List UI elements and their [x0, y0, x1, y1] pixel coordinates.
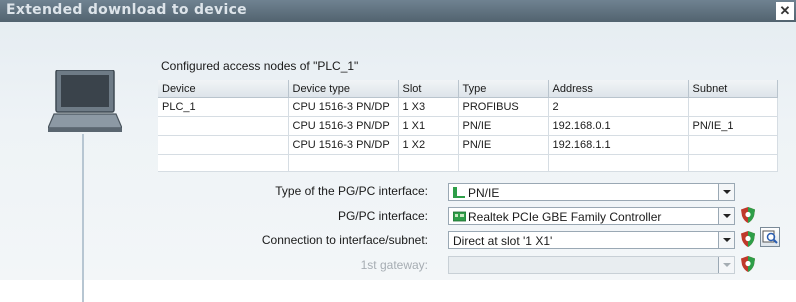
connection-line [82, 134, 84, 302]
column-header-slot[interactable]: Slot [398, 80, 459, 98]
cell-slot [398, 154, 459, 172]
cell-type: PN/IE [458, 116, 549, 136]
network-card-icon [453, 211, 466, 222]
cell-subnet: PN/IE_1 [688, 116, 778, 136]
cell-type: PROFIBUS [458, 97, 549, 117]
cell-address: 192.168.1.1 [548, 135, 689, 155]
cell-slot: 1 X2 [398, 135, 459, 155]
chevron-down-icon[interactable] [718, 208, 734, 224]
table-header-row: Device Device type Slot Type Address Sub… [158, 80, 778, 98]
table-row[interactable]: PLC_1 CPU 1516-3 PN/DP 1 X3 PROFIBUS 2 [158, 97, 778, 117]
close-icon[interactable]: ✕ [776, 2, 794, 20]
table-row-empty[interactable] [158, 154, 778, 172]
chevron-down-icon[interactable] [718, 184, 734, 200]
cell-device-type: CPU 1516-3 PN/DP [288, 116, 399, 136]
column-header-type[interactable]: Type [458, 80, 549, 98]
cell-type: PN/IE [458, 135, 549, 155]
cell-subnet [688, 154, 778, 172]
table-row[interactable]: CPU 1516-3 PN/DP 1 X2 PN/IE 192.168.1.1 [158, 135, 778, 155]
table-row[interactable]: CPU 1516-3 PN/DP 1 X1 PN/IE 192.168.0.1 … [158, 116, 778, 136]
cell-device-type: CPU 1516-3 PN/DP [288, 135, 399, 155]
cell-device-type: CPU 1516-3 PN/DP [288, 97, 399, 117]
pgpc-type-value: PN/IE [468, 186, 500, 200]
connection-select[interactable]: Direct at slot '1 X1' [448, 231, 735, 249]
column-header-subnet[interactable]: Subnet [688, 80, 778, 98]
properties-icon [762, 230, 778, 244]
column-header-address[interactable]: Address [548, 80, 689, 98]
network-icon [453, 187, 465, 198]
chevron-down-icon [718, 257, 734, 273]
security-shield-icon[interactable] [741, 207, 755, 223]
cell-device [158, 116, 289, 136]
pgpc-type-select[interactable]: PN/IE [448, 183, 735, 201]
access-nodes-table: Device Device type Slot Type Address Sub… [158, 80, 778, 172]
cell-slot: 1 X1 [398, 116, 459, 136]
security-shield-icon[interactable] [741, 231, 755, 247]
column-header-device[interactable]: Device [158, 80, 289, 98]
cell-address: 192.168.0.1 [548, 116, 689, 136]
section-title: Configured access nodes of "PLC_1" [161, 59, 359, 73]
dialog-body: Configured access nodes of "PLC_1" Devic… [0, 22, 796, 302]
cell-device-type [288, 154, 399, 172]
cell-device [158, 135, 289, 155]
properties-button[interactable] [760, 227, 780, 247]
cell-subnet [688, 97, 778, 117]
cell-type [458, 154, 549, 172]
connection-label: Connection to interface/subnet: [261, 233, 428, 247]
laptop-icon [48, 70, 122, 132]
window-title: Extended download to device [6, 2, 247, 18]
cell-device: PLC_1 [158, 97, 289, 117]
cell-address: 2 [548, 97, 689, 117]
cell-device [158, 154, 289, 172]
cell-slot: 1 X3 [398, 97, 459, 117]
pgpc-type-label: Type of the PG/PC interface: [275, 184, 428, 198]
gateway-label: 1st gateway: [360, 258, 428, 272]
cell-address [548, 154, 689, 172]
pgpc-interface-label: PG/PC interface: [337, 209, 428, 223]
cell-subnet [688, 135, 778, 155]
chevron-down-icon[interactable] [718, 232, 734, 248]
title-bar: Extended download to device ✕ [0, 0, 796, 22]
pgpc-interface-select[interactable]: Realtek PCIe GBE Family Controller [448, 207, 735, 225]
security-shield-icon[interactable] [741, 256, 755, 272]
pgpc-interface-value: Realtek PCIe GBE Family Controller [468, 210, 662, 224]
gateway-select [448, 256, 735, 274]
connection-value: Direct at slot '1 X1' [453, 234, 553, 248]
column-header-device-type[interactable]: Device type [288, 80, 399, 98]
